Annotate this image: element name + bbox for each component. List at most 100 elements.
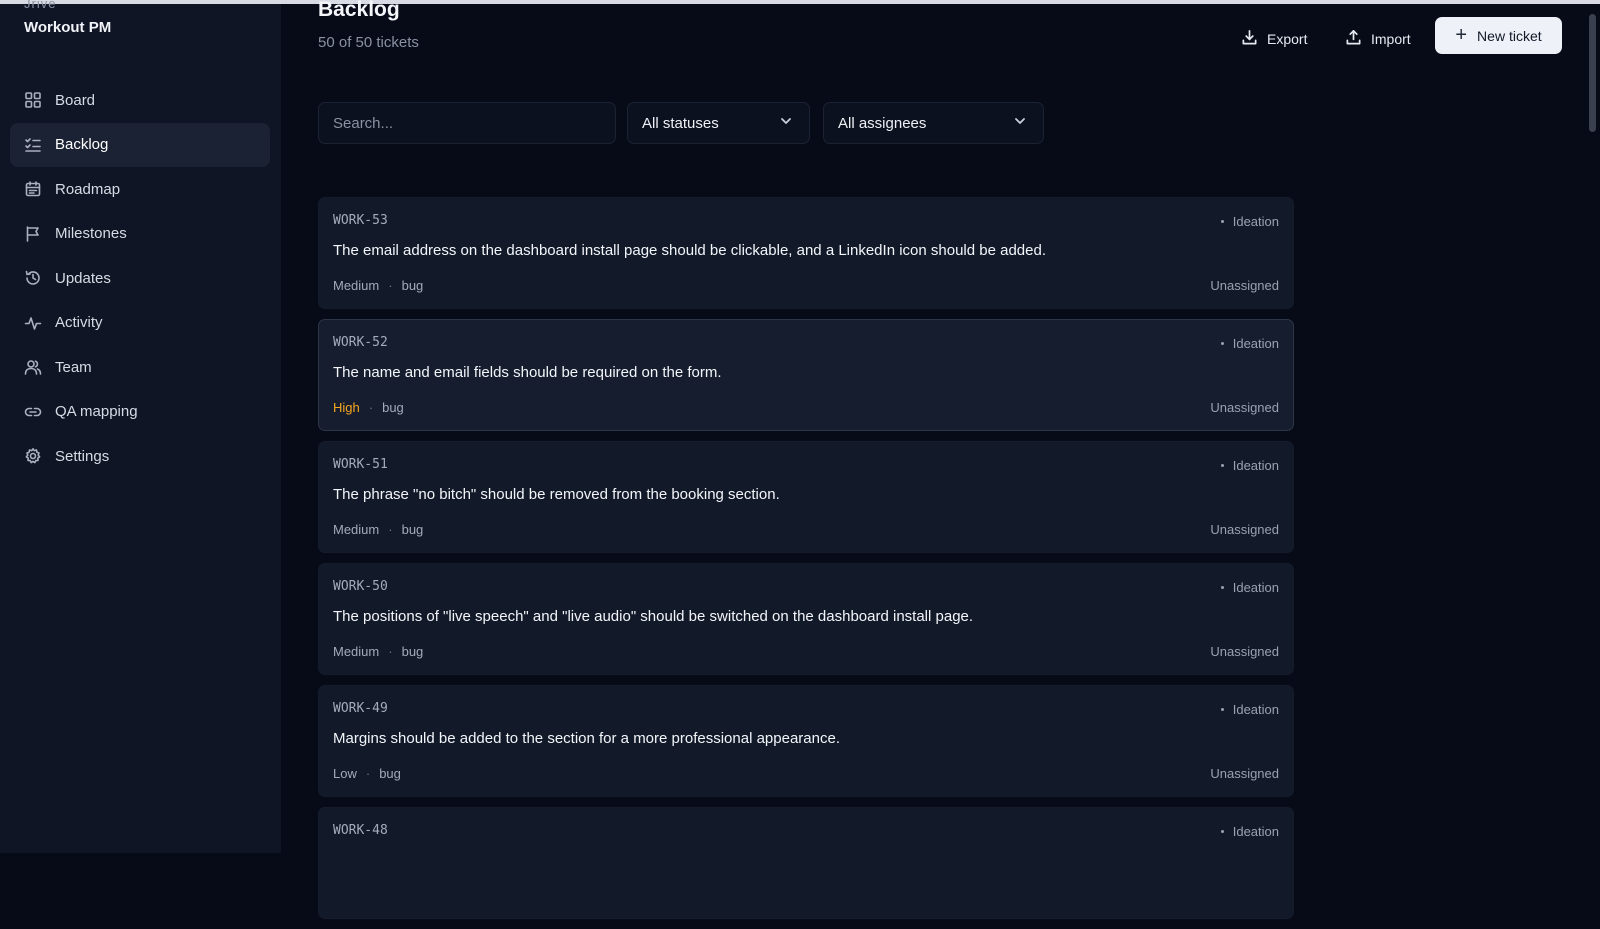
users-icon — [24, 358, 42, 376]
import-button[interactable]: Import — [1345, 22, 1411, 56]
ticket-label: bug — [401, 644, 424, 659]
ticket-meta: Low · bug — [333, 766, 401, 781]
page-scrollbar[interactable] — [1589, 14, 1596, 132]
sidebar-item-label: Activity — [55, 314, 103, 331]
ticket-card[interactable]: WORK-48 Ideation — [318, 807, 1294, 919]
ticket-count: 50 of 50 tickets — [318, 34, 419, 51]
ticket-title: The positions of "live speech" and "live… — [333, 608, 974, 625]
export-button[interactable]: Export — [1241, 22, 1307, 56]
main-content: Backlog 50 of 50 tickets Export Import +… — [281, 0, 1600, 919]
status-dot-icon — [1220, 464, 1224, 467]
history-icon — [24, 269, 42, 287]
ticket-status: Ideation — [1220, 580, 1279, 595]
page-title: Backlog — [318, 0, 400, 21]
ticket-id: WORK-52 — [333, 335, 388, 350]
separator-dot: · — [388, 522, 393, 537]
status-dot-icon — [1220, 220, 1224, 223]
ticket-meta: Medium · bug — [333, 278, 423, 293]
ticket-assignee: Unassigned — [1210, 766, 1279, 781]
assignee-filter-value: All assignees — [838, 114, 927, 132]
sidebar-item-team[interactable]: Team — [10, 345, 270, 389]
ticket-id: WORK-53 — [333, 213, 388, 228]
status-dot-icon — [1220, 586, 1224, 589]
assignee-filter-select[interactable]: All assignees — [823, 102, 1044, 144]
sidebar-item-milestones[interactable]: Milestones — [10, 212, 270, 256]
ticket-card[interactable]: WORK-51 Ideation The phrase "no bitch" s… — [318, 441, 1294, 553]
ticket-title: The name and email fields should be requ… — [333, 364, 722, 381]
ticket-card[interactable]: WORK-50 Ideation The positions of "live … — [318, 563, 1294, 675]
ticket-status: Ideation — [1220, 458, 1279, 473]
ticket-priority: Medium — [333, 278, 380, 293]
ticket-status: Ideation — [1220, 214, 1279, 229]
ticket-priority: Medium — [333, 522, 380, 537]
sidebar-item-updates[interactable]: Updates — [10, 256, 270, 300]
upload-icon — [1345, 29, 1362, 49]
list-check-icon — [24, 136, 42, 154]
separator-dot: · — [365, 766, 371, 781]
ticket-status-label: Ideation — [1232, 824, 1279, 839]
ticket-card[interactable]: WORK-52 Ideation The name and email fiel… — [318, 319, 1294, 431]
ticket-label: bug — [379, 766, 401, 781]
ticket-id: WORK-50 — [333, 579, 388, 594]
sidebar-item-label: QA mapping — [55, 403, 138, 420]
new-ticket-button[interactable]: + New ticket — [1435, 17, 1562, 54]
ticket-priority: Low — [333, 766, 357, 781]
app-root: Jrive Workout PM Board Backlog Roadmap M… — [0, 0, 1600, 919]
ticket-priority: Medium — [333, 644, 380, 659]
status-dot-icon — [1220, 708, 1224, 711]
ticket-card[interactable]: WORK-49 Ideation Margins should be added… — [318, 685, 1294, 797]
ticket-status-label: Ideation — [1232, 702, 1279, 717]
separator-dot: · — [388, 278, 393, 293]
chevron-down-icon — [1013, 114, 1027, 132]
ticket-status-label: Ideation — [1232, 458, 1279, 473]
status-filter-value: All statuses — [642, 114, 719, 132]
ticket-title: Margins should be added to the section f… — [333, 730, 840, 747]
sidebar-item-board[interactable]: Board — [10, 78, 270, 122]
sidebar-item-roadmap[interactable]: Roadmap — [10, 167, 270, 211]
sidebar-item-settings[interactable]: Settings — [10, 434, 270, 478]
grid-icon — [24, 91, 42, 109]
calendar-icon — [24, 180, 42, 198]
ticket-assignee: Unassigned — [1210, 278, 1279, 293]
brand-top-text: Jrive — [24, 0, 57, 11]
import-label: Import — [1371, 31, 1411, 47]
ticket-assignee: Unassigned — [1210, 644, 1279, 659]
ticket-assignee: Unassigned — [1210, 400, 1279, 415]
status-dot-icon — [1220, 342, 1224, 345]
ticket-status: Ideation — [1220, 336, 1279, 351]
ticket-id: WORK-51 — [333, 457, 388, 472]
status-filter-select[interactable]: All statuses — [627, 102, 810, 144]
ticket-meta: Medium · bug — [333, 522, 423, 537]
export-label: Export — [1267, 31, 1308, 47]
sidebar-nav: Board Backlog Roadmap Milestones Updates… — [10, 78, 270, 479]
sidebar-item-qa-mapping[interactable]: QA mapping — [10, 390, 270, 434]
sidebar-item-label: Team — [55, 358, 92, 376]
ticket-id: WORK-49 — [333, 701, 388, 716]
separator-dot: · — [368, 400, 374, 415]
ticket-status: Ideation — [1220, 702, 1279, 717]
sidebar-item-backlog[interactable]: Backlog — [10, 122, 270, 167]
ticket-card[interactable]: WORK-53 Ideation The email address on th… — [318, 197, 1294, 309]
workspace-name[interactable]: Workout PM — [24, 19, 111, 36]
ticket-assignee: Unassigned — [1210, 522, 1279, 537]
ticket-list: WORK-53 Ideation The email address on th… — [318, 197, 1294, 929]
ticket-priority: High — [333, 400, 360, 415]
ticket-label: bug — [382, 400, 404, 415]
ticket-label: bug — [401, 522, 424, 537]
ticket-status-label: Ideation — [1232, 580, 1279, 595]
chevron-down-icon — [779, 114, 793, 132]
sidebar-item-label: Milestones — [55, 225, 127, 242]
search-input[interactable] — [318, 102, 616, 144]
sidebar-item-label: Settings — [55, 447, 110, 465]
ticket-meta: Medium · bug — [333, 644, 423, 659]
ticket-title: The email address on the dashboard insta… — [333, 242, 1046, 259]
sidebar: Jrive Workout PM Board Backlog Roadmap M… — [0, 0, 281, 853]
ticket-title: The phrase "no bitch" should be removed … — [333, 486, 780, 503]
ticket-label: bug — [401, 278, 424, 293]
flag-icon — [24, 225, 42, 243]
activity-icon — [24, 314, 42, 332]
ticket-id: WORK-48 — [333, 823, 388, 838]
sidebar-item-activity[interactable]: Activity — [10, 301, 270, 345]
sidebar-item-label: Backlog — [55, 136, 109, 153]
download-icon — [1241, 29, 1258, 49]
